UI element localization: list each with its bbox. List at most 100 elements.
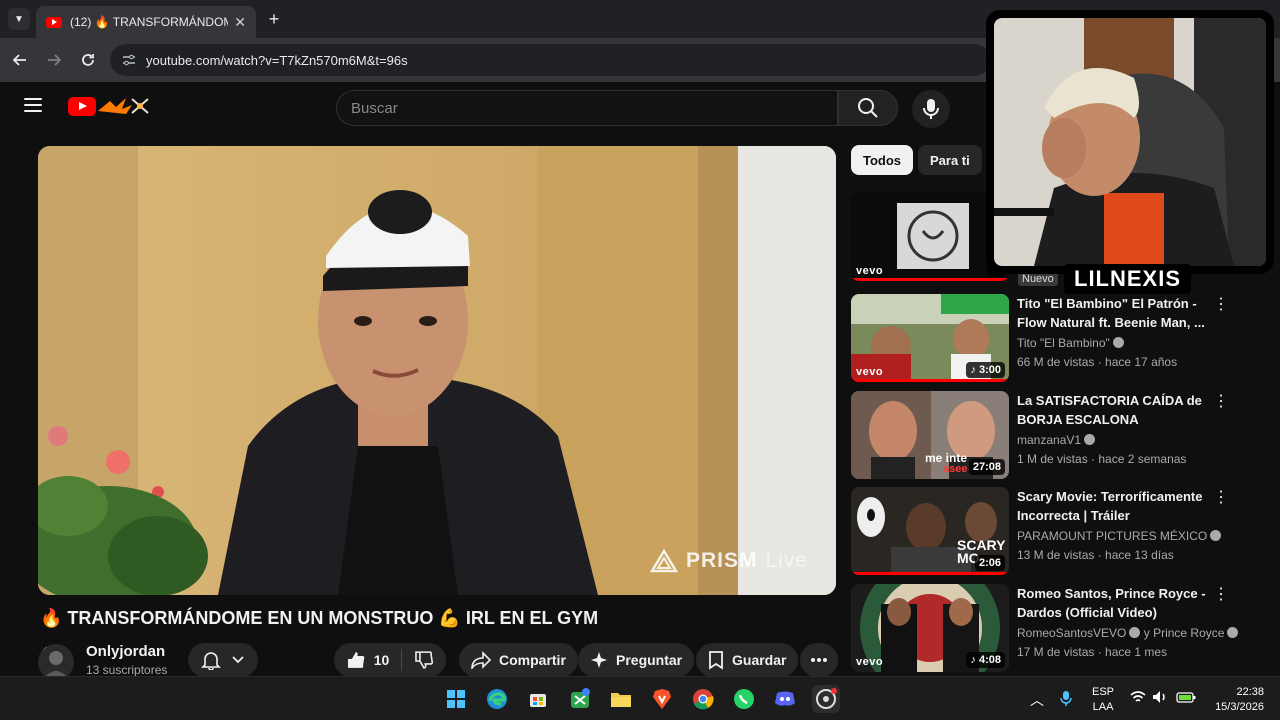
date: 15/3/2026 [1215,701,1264,713]
menu-icon[interactable] [24,98,42,112]
address-bar[interactable]: youtube.com/watch?v=T7kZn570m6M&t=96s [110,44,990,76]
recommendation-item[interactable]: SCARY MO 2:06 Scary Movie: Terroríficame… [851,487,1231,575]
like-count: 10 [373,652,390,668]
voice-search-button[interactable] [912,90,950,128]
new-badge: Nuevo [1018,272,1058,286]
channel-name[interactable]: PARAMOUNT PICTURES MÉXICO [1017,529,1222,543]
video-title[interactable]: La SATISFACTORIA CAÍDA de BORJA ESCALONA [1017,391,1207,429]
recommendation-item[interactable]: vevo ♪ 3:00 Tito "El Bambino" El Patrón … [851,294,1231,382]
channel-name[interactable]: Onlyjordan [86,643,165,660]
video-title[interactable]: Scary Movie: Terroríficamente Incorrecta… [1017,487,1207,525]
bookmark-icon [709,651,723,670]
lang-code: ESP [1092,686,1115,698]
vevo-logo: vevo [856,265,884,277]
verified-icon [1227,627,1239,638]
browser-tab[interactable]: (12) 🔥 TRANSFORMÁNDOME ✕ [36,6,256,38]
save-label: Guardar [732,652,787,668]
video-title[interactable]: Tito "El Bambino" El Patrón - Flow Natur… [1017,294,1207,332]
brave-icon[interactable] [648,685,676,713]
youtube-logo[interactable] [68,97,96,116]
site-info-icon[interactable] [120,51,138,69]
whatsapp-icon[interactable] [730,685,758,713]
ask-button[interactable]: Preguntar [578,643,695,677]
divider [401,649,403,671]
xbox-icon[interactable] [566,685,594,713]
more-actions-button[interactable] [800,643,838,677]
volume-icon[interactable] [1152,690,1168,707]
bell-icon [201,652,221,670]
chip-for-you[interactable]: Para ti [918,145,982,175]
new-tab-button[interactable]: + [264,8,284,30]
video-duration: 27:08 [968,459,1005,475]
windows-taskbar: ︿ ESP LAA 22:38 15/3/2026 [0,676,1280,720]
more-vertical-icon[interactable]: ⋮ [1213,296,1229,316]
share-icon [471,651,491,669]
start-icon[interactable] [442,685,470,713]
file-explorer-icon[interactable] [607,685,635,713]
video-thumbnail[interactable]: vevo ♪ 3:00 [851,294,1009,382]
dislike-icon[interactable] [414,650,434,670]
sparkle-icon [591,652,607,668]
video-meta: 66 M de vistas · hace 17 años [1017,355,1178,369]
microphone-icon [923,99,939,119]
clock[interactable]: 22:38 15/3/2026 [1206,685,1264,715]
channel-name[interactable]: RomeoSantosVEVO y Prince Royce [1017,626,1239,640]
url-text: youtube.com/watch?v=T7kZn570m6M&t=96s [146,52,408,68]
video-meta: 13 M de vistas · hace 13 días [1017,548,1174,562]
recommendation-item[interactable]: me inte asee 27:08 La SATISFACTORIA CAÍD… [851,391,1231,479]
wifi-icon[interactable] [1130,690,1146,707]
chrome-icon[interactable] [689,685,717,713]
tab-close-icon[interactable]: ✕ [234,14,246,31]
chip-all[interactable]: Todos [851,145,914,175]
prism-live-text: Live [765,549,808,572]
video-title[interactable]: Romeo Santos, Prince Royce - Dardos (Off… [1017,584,1207,622]
prism-live-watermark: PRISM Live [649,549,808,573]
thumbnail-overlay-text: asee [943,463,968,475]
more-vertical-icon[interactable]: ⋮ [1213,586,1229,606]
channel-avatar[interactable] [38,644,74,680]
doodle-icon [98,98,149,114]
search-input[interactable]: Buscar [336,90,838,126]
channel-name[interactable]: Tito "El Bambino" [1017,336,1124,350]
watch-progress [851,278,1009,281]
watch-progress [851,379,1009,382]
video-meta: 1 M de vistas · hace 2 semanas [1017,452,1187,466]
microphone-icon[interactable] [1060,690,1072,709]
verified-icon [1129,627,1141,638]
prism-brand-text: PRISM [685,549,758,572]
more-vertical-icon[interactable]: ⋮ [1213,393,1229,413]
save-button[interactable]: Guardar [696,643,799,677]
time: 22:38 [1236,686,1264,698]
verified-icon [1112,337,1124,348]
notifications-button[interactable] [188,643,258,677]
video-thumbnail[interactable]: vevo ♪ 4:08 [851,584,1009,672]
recommendation-item[interactable]: vevo ♪ 4:08 Romeo Santos, Prince Royce -… [851,584,1239,672]
video-thumbnail[interactable]: me inte asee 27:08 [851,391,1009,479]
reload-button[interactable] [78,50,98,70]
edge-icon[interactable] [483,685,511,713]
discord-icon[interactable] [771,685,799,713]
video-player[interactable]: PRISM Live [38,146,836,595]
more-vertical-icon[interactable]: ⋮ [1213,489,1229,509]
forward-button[interactable] [44,50,64,70]
video-meta: 17 M de vistas · hace 1 mes [1017,645,1168,659]
input-language[interactable]: ESP LAA [1092,685,1114,715]
search-button[interactable] [838,90,898,126]
tab-search-icon[interactable]: ▼ [8,8,30,30]
show-hidden-icons-icon[interactable]: ︿ [1030,690,1044,710]
share-button[interactable]: Compartir [459,643,578,677]
channel-name[interactable]: manzanaV1 [1017,433,1096,447]
back-button[interactable] [10,50,30,70]
store-icon[interactable] [524,685,552,713]
webcam-feed [994,18,1266,266]
subscriber-count: 13 suscriptores [86,663,168,677]
ask-label: Preguntar [616,652,683,668]
like-icon[interactable] [346,650,366,670]
video-duration: ♪ 4:08 [966,652,1005,668]
video-thumbnail[interactable]: SCARY MO 2:06 [851,487,1009,575]
video-duration: ♪ 3:00 [966,362,1005,378]
like-dislike-group: 10 [334,643,446,677]
obs-icon[interactable] [812,685,840,713]
vevo-logo: vevo [856,366,884,378]
battery-icon[interactable] [1176,690,1196,706]
